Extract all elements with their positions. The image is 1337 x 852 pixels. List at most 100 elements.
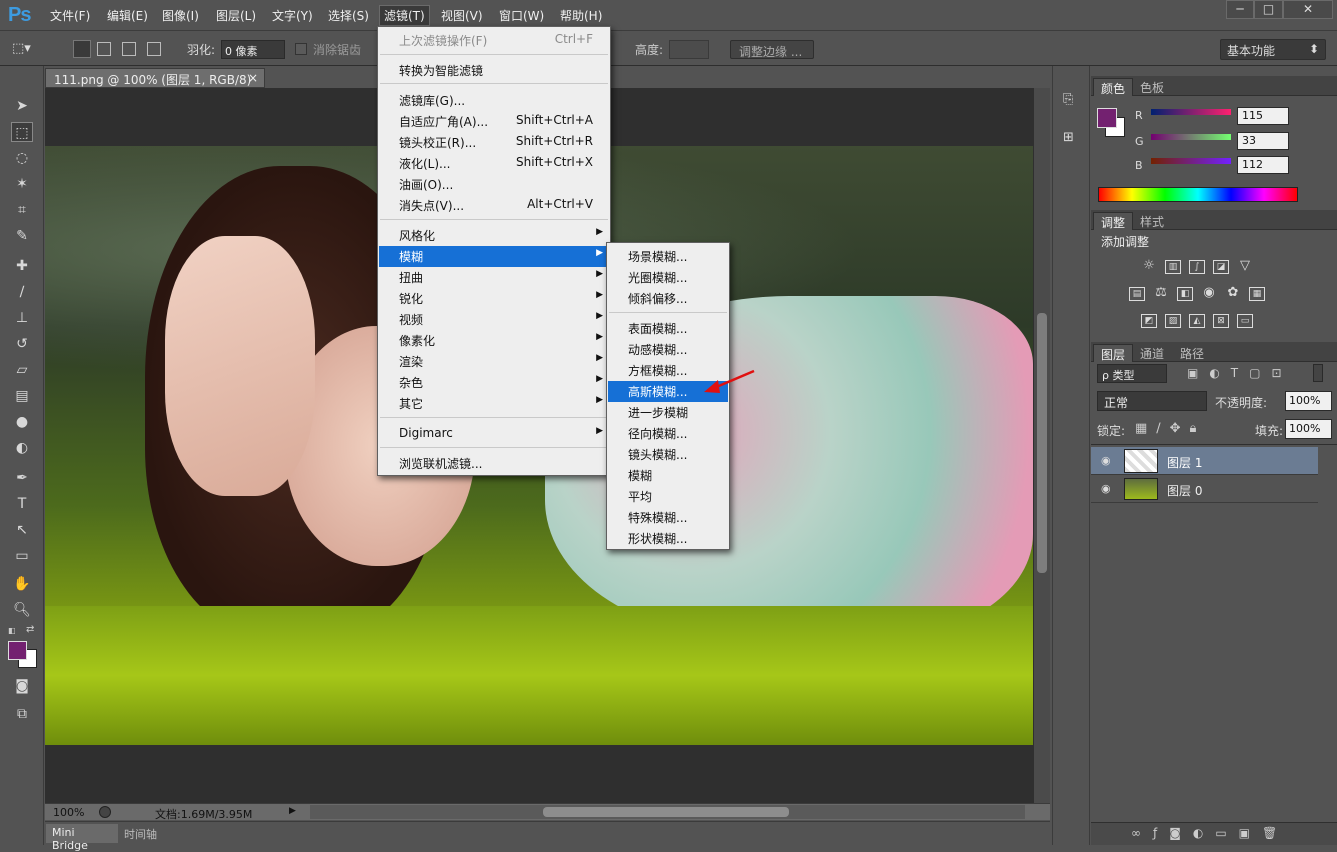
menu-item-average[interactable]: 平均 [608, 486, 728, 507]
close-tab-icon[interactable]: × [248, 71, 258, 85]
healing-brush-tool-icon[interactable]: ✚ [11, 256, 33, 276]
menu-select[interactable]: 选择(S) [328, 7, 369, 24]
path-selection-tool-icon[interactable]: ↖ [11, 520, 33, 540]
antialias-checkbox[interactable] [295, 43, 307, 55]
menu-item-other[interactable]: 其它 ▶ [379, 393, 609, 414]
gradient-map-icon[interactable]: ▭ [1237, 314, 1253, 328]
move-tool-icon[interactable]: ➤ [11, 96, 33, 116]
gradient-tool-icon[interactable]: ▤ [11, 386, 33, 406]
height-input[interactable] [669, 40, 709, 59]
eraser-tool-icon[interactable]: ▱ [11, 360, 33, 380]
menu-item-blur-more[interactable]: 进一步模糊 [608, 402, 728, 423]
menu-item-video[interactable]: 视频 ▶ [379, 309, 609, 330]
menu-item-filter-gallery[interactable]: 滤镜库(G)... [379, 90, 609, 111]
swap-colors-icon[interactable]: ⇄ [26, 624, 34, 635]
new-selection-icon[interactable] [73, 40, 91, 58]
menu-view[interactable]: 视图(V) [441, 7, 483, 24]
layer-filter-select[interactable]: ρ 类型 [1097, 364, 1167, 383]
filter-toggle[interactable] [1313, 364, 1323, 382]
black-white-icon[interactable]: ◧ [1177, 287, 1193, 301]
b-slider[interactable] [1151, 158, 1231, 164]
eye-icon[interactable]: ◉ [1101, 482, 1111, 495]
posterize-icon[interactable]: ▨ [1165, 314, 1181, 328]
menu-item-tilt-shift[interactable]: 倾斜偏移... [608, 288, 728, 309]
menu-item-motion-blur[interactable]: 动感模糊... [608, 339, 728, 360]
status-arrow-icon[interactable]: ▶ [289, 806, 296, 816]
maximize-button[interactable]: □ [1254, 0, 1283, 19]
menu-window[interactable]: 窗口(W) [499, 7, 544, 24]
menu-item-adaptive-wide-angle[interactable]: 自适应广角(A)... Shift+Ctrl+A [379, 111, 609, 132]
subtract-selection-icon[interactable] [122, 42, 136, 56]
menu-type[interactable]: 文字(Y) [272, 7, 313, 24]
hue-saturation-icon[interactable]: ▤ [1129, 287, 1145, 301]
vibrance-icon[interactable]: ▽ [1237, 259, 1253, 274]
pen-tool-icon[interactable]: ✒ [11, 468, 33, 488]
curves-icon[interactable]: ∫ [1189, 260, 1205, 274]
menu-item-digimarc[interactable]: Digimarc ▶ [379, 424, 609, 445]
menu-item-sharpen[interactable]: 锐化 ▶ [379, 288, 609, 309]
menu-item-surface-blur[interactable]: 表面模糊... [608, 318, 728, 339]
blend-mode-select[interactable]: 正常 [1097, 391, 1207, 411]
menu-item-convert-smart-filter[interactable]: 转换为智能滤镜 [379, 60, 609, 81]
rectangle-tool-icon[interactable]: ▭ [11, 546, 33, 566]
timeline-tab[interactable]: 时间轴 [120, 824, 168, 843]
tab-adjustments[interactable]: 调整 [1093, 212, 1134, 230]
menu-item-stylize[interactable]: 风格化 ▶ [379, 225, 609, 246]
menu-item-smart-blur[interactable]: 特殊模糊... [608, 507, 728, 528]
tab-color[interactable]: 颜色 [1093, 78, 1134, 96]
color-fg-swatch[interactable] [1097, 108, 1117, 128]
layer-row[interactable]: ◉ 图层 1 [1091, 447, 1318, 475]
opacity-input[interactable]: 100% [1285, 391, 1332, 411]
default-colors-icon[interactable]: ◧ [8, 626, 18, 636]
vertical-scroll-thumb[interactable] [1037, 313, 1047, 573]
r-slider[interactable] [1151, 109, 1231, 115]
menu-item-pixelate[interactable]: 像素化 ▶ [379, 330, 609, 351]
intersect-selection-icon[interactable] [147, 42, 161, 56]
color-lookup-icon[interactable]: ▦ [1249, 287, 1265, 301]
menu-edit[interactable]: 编辑(E) [107, 7, 148, 24]
marquee-tool-icon[interactable]: ⬚ [11, 122, 33, 142]
r-value-input[interactable]: 115 [1237, 107, 1289, 125]
marquee-preset-icon[interactable]: ⬚▾ [12, 41, 38, 57]
type-tool-icon[interactable]: T [11, 494, 33, 514]
eyedropper-tool-icon[interactable]: ✎ [11, 226, 33, 246]
menu-item-lens-correction[interactable]: 镜头校正(R)... Shift+Ctrl+R [379, 132, 609, 153]
menu-item-blur-simple[interactable]: 模糊 [608, 465, 728, 486]
levels-icon[interactable]: ▥ [1165, 260, 1181, 274]
dodge-tool-icon[interactable]: ◐ [11, 438, 33, 458]
close-button[interactable]: ✕ [1283, 0, 1333, 19]
menu-item-blur[interactable]: 模糊 ▶ [379, 246, 609, 267]
tab-styles[interactable]: 样式 [1133, 212, 1171, 230]
foreground-color-swatch[interactable] [8, 641, 27, 660]
menu-image[interactable]: 图像(I) [162, 7, 199, 24]
color-balance-icon[interactable]: ⚖ [1153, 286, 1169, 301]
blur-tool-icon[interactable]: ● [11, 412, 33, 432]
menu-item-liquify[interactable]: 液化(L)... Shift+Ctrl+X [379, 153, 609, 174]
b-value-input[interactable]: 112 [1237, 156, 1289, 174]
menu-item-noise[interactable]: 杂色 ▶ [379, 372, 609, 393]
menu-item-lens-blur[interactable]: 镜头模糊... [608, 444, 728, 465]
selective-color-icon[interactable]: ⊠ [1213, 314, 1229, 328]
magic-wand-tool-icon[interactable]: ✶ [11, 174, 33, 194]
lasso-tool-icon[interactable]: ◌ [11, 148, 33, 168]
menu-item-shape-blur[interactable]: 形状模糊... [608, 528, 728, 549]
mini-bridge-tab[interactable]: Mini Bridge [46, 824, 118, 852]
invert-icon[interactable]: ◩ [1141, 314, 1157, 328]
lock-icons[interactable]: ▦∕✥🔒︎ [1135, 421, 1205, 436]
history-panel-icon[interactable]: ⎘ [1063, 92, 1079, 110]
refine-edge-button[interactable]: 调整边缘 ... [730, 40, 814, 59]
add-selection-icon[interactable] [97, 42, 111, 56]
fill-input[interactable]: 100% [1285, 419, 1332, 439]
minimize-button[interactable]: ─ [1226, 0, 1254, 19]
menu-item-vanishing-point[interactable]: 消失点(V)... Alt+Ctrl+V [379, 195, 609, 216]
zoom-level[interactable]: 100% [53, 806, 84, 819]
crop-tool-icon[interactable]: ⌗ [11, 200, 33, 220]
status-info-icon[interactable] [99, 806, 111, 818]
tab-layers[interactable]: 图层 [1093, 344, 1134, 362]
brush-tool-icon[interactable]: ∕ [11, 282, 33, 302]
menu-item-browse-online-filters[interactable]: 浏览联机滤镜... [379, 453, 609, 474]
hand-tool-icon[interactable]: ✋ [11, 574, 33, 594]
menu-item-oil-paint[interactable]: 油画(O)... [379, 174, 609, 195]
channel-mixer-icon[interactable]: ✿ [1225, 286, 1241, 301]
document-tab[interactable]: 111.png @ 100% (图层 1, RGB/8) * × [45, 68, 265, 102]
